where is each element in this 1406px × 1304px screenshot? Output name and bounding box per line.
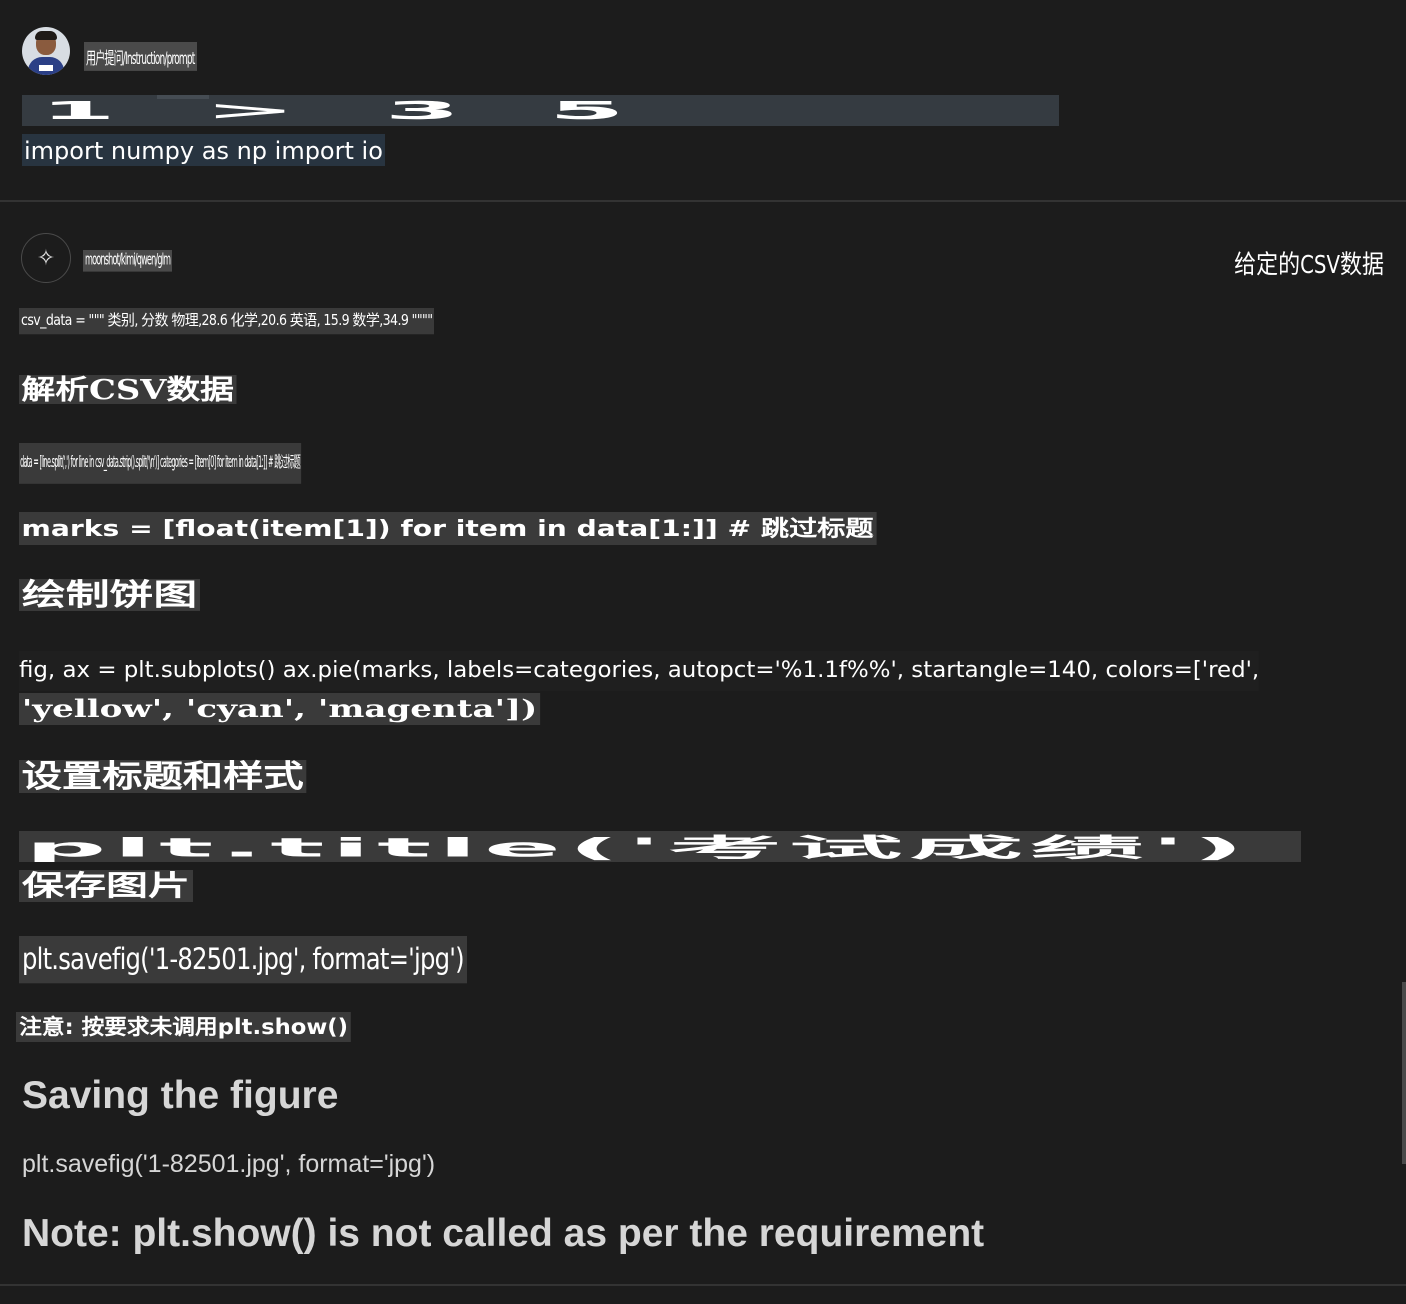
user-name: 用户提问/Instruction/prompt <box>84 42 197 71</box>
note-chinese: 注意: 按要求未调用plt.show() <box>16 1012 352 1042</box>
heading-saving-figure: Saving the figure <box>22 1074 339 1117</box>
pie-code-line-1: fig, ax = plt.subplots() ax.pie(marks, l… <box>19 651 1260 691</box>
heading-set-title-style: 设置标题和样式 <box>19 760 307 793</box>
bottom-divider <box>0 1284 1406 1286</box>
savefig-code-line: plt.savefig('1-82501.jpg', format='jpg') <box>19 936 467 984</box>
scrollbar-thumb[interactable] <box>1402 982 1406 1164</box>
message-divider <box>0 200 1406 202</box>
user-message-code: import numpy as np import io <box>22 134 385 166</box>
heading-save-image: 保存图片 <box>19 870 194 902</box>
heading-draw-pie: 绘制饼图 <box>19 579 201 611</box>
user-message-stretched-text: 1 > 3 5 <box>22 95 1059 126</box>
title-code-line: plt.title('考试成绩') <box>19 831 1301 862</box>
pie-code-block: fig, ax = plt.subplots() ax.pie(marks, l… <box>19 651 1377 725</box>
marks-line: marks = [float(item[1]) for item in data… <box>19 512 877 545</box>
heading-parse-csv: 解析CSV数据 <box>19 375 237 404</box>
title-code-text: plt.title('考试成绩') <box>25 833 1251 862</box>
note-english: Note: plt.show() is not called as per th… <box>22 1212 985 1255</box>
data-parse-line: data = [line.split(',') for line in csv_… <box>19 443 302 484</box>
response-header-note: 给定的CSV数据 <box>1234 250 1384 280</box>
savefig-english-line: plt.savefig('1-82501.jpg', format='jpg') <box>22 1150 436 1178</box>
assistant-name: moonshot/kimi/qwen/glm <box>83 250 173 272</box>
user-avatar <box>22 27 70 75</box>
pie-code-line-2: 'yellow', 'cyan', 'magenta']) <box>19 693 541 725</box>
csv-data-line: csv_data = """ 类别, 分数 物理,28.6 化学,20.6 英语… <box>19 308 435 335</box>
stretched-text: 1 > 3 5 <box>40 97 650 126</box>
sparkle-icon: ✧ <box>21 233 71 283</box>
